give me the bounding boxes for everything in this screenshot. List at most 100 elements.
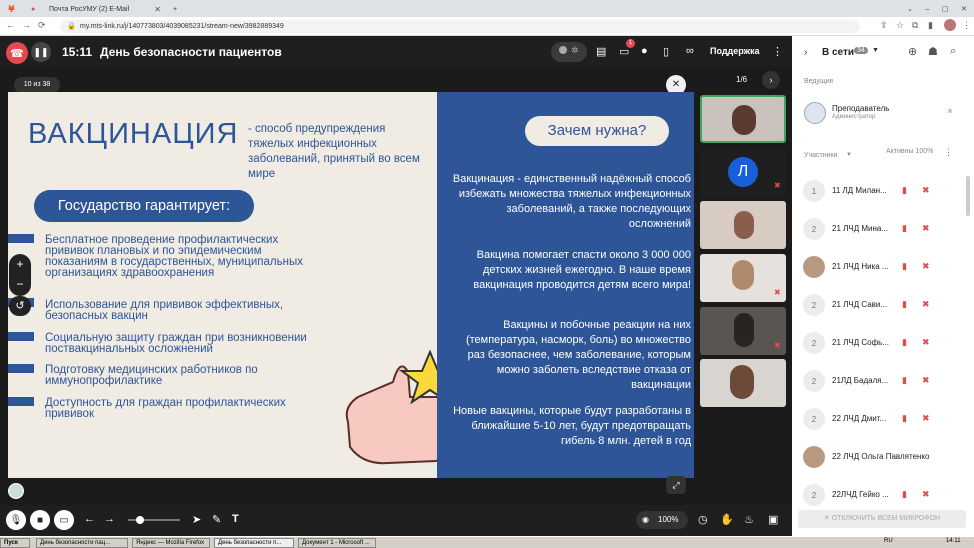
mic-off-icon: ✖ (922, 261, 930, 271)
mic-button[interactable]: 🎙 (6, 510, 26, 530)
guarantee-item: Доступность для граждан профилактических… (45, 397, 286, 420)
pause-icon: ❚❚ (33, 46, 49, 57)
tab-mail-label: Почта РосУМУ (2) E-Mail (49, 5, 130, 13)
support-link[interactable]: Поддержка (710, 46, 760, 56)
zoom-out-button[interactable]: − (9, 274, 31, 294)
reset-zoom-button[interactable]: ↺ (9, 296, 31, 316)
participants-label[interactable]: Участники (804, 152, 837, 159)
participant-avatar: 2 (803, 484, 825, 506)
close-icon[interactable]: ✕ (154, 5, 161, 14)
slider-knob[interactable] (136, 516, 144, 524)
participant-row[interactable]: 2 22 ЛЧД Дмит... ▮ ✖ (792, 400, 974, 438)
camera-off-icon: ▮ (902, 375, 907, 385)
participant-row[interactable]: 21 ЛЧД Ника ... ▮ ✖ (792, 248, 974, 286)
mute-all-button[interactable]: ✕ ОТКЛЮЧИТЬ ВСЕМ МИКРОФОН (798, 510, 966, 528)
participant-row[interactable]: 2 21 ЛЧД Сави... ▮ ✖ (792, 286, 974, 324)
participant-avatar: 2 (803, 294, 825, 316)
text-tool-icon[interactable]: T (232, 513, 239, 525)
reaction-icon[interactable]: ♨ (744, 513, 754, 526)
camera-button[interactable]: ■ (30, 510, 50, 530)
new-tab-button[interactable]: + (168, 1, 182, 17)
language-indicator[interactable]: RU (884, 538, 893, 544)
video-thumb[interactable]: Л ✖ (700, 149, 786, 197)
hangup-button[interactable]: ☎ (6, 42, 28, 64)
url-text: my.mts-link.ru/j/140773803/4039085231/st… (80, 23, 284, 30)
taskbar-item[interactable]: День безопасности пац... (36, 538, 128, 548)
maximize-icon[interactable]: ▢ (942, 5, 949, 13)
minimize-icon[interactable]: – (925, 6, 929, 13)
volume-slider[interactable] (128, 516, 180, 524)
guarantee-pill: Государство гарантирует: (34, 190, 254, 222)
share-icon[interactable]: ⇪ (880, 20, 888, 31)
forward-icon[interactable]: → (22, 20, 31, 30)
address-bar-row: ← → ⟳ 🔒 my.mts-link.ru/j/140773803/40390… (0, 17, 974, 36)
reload-icon[interactable]: ⟳ (38, 20, 46, 31)
participant-row[interactable]: 2 21ЛД Бадаля... ▮ ✖ (792, 362, 974, 400)
mic-off-icon: ✖ (922, 185, 930, 195)
pinned-tab-icon[interactable]: ● (26, 1, 42, 17)
start-button[interactable]: Пуск (0, 538, 30, 548)
chevron-down-icon[interactable]: ⌄ (907, 5, 913, 13)
video-thumb[interactable] (700, 201, 786, 249)
collapse-panel-icon[interactable]: › (804, 47, 807, 58)
more-icon[interactable]: ⋮ (772, 45, 783, 58)
taskbar-item[interactable]: Яндекс — Mozilla Firefox (132, 538, 210, 548)
timer-icon[interactable]: ◷ (698, 513, 708, 526)
participant-row[interactable]: 22 ЛЧД Ольга Павлятенко (792, 438, 974, 476)
bookmark-icon[interactable]: ☆ (896, 20, 904, 31)
participant-row[interactable]: 2 21 ЛЧД Мина... ▮ ✖ (792, 210, 974, 248)
prev-slide-icon[interactable]: ← (84, 513, 95, 525)
screen-share-button[interactable]: ▭ (54, 510, 74, 530)
online-count: 34 (854, 47, 868, 54)
hand-icon[interactable]: ✋ (720, 513, 734, 526)
participant-avatar: 1 (803, 180, 825, 202)
fullscreen-button[interactable]: ⤢ (666, 476, 686, 494)
chevron-down-icon[interactable]: ▼ (846, 152, 852, 158)
meeting-title: День безопасности пациентов (100, 45, 282, 59)
tab-mail[interactable]: Почта РосУМУ (2) E-Mail ✕ (44, 1, 166, 17)
pause-button[interactable]: ❚❚ (31, 42, 51, 62)
user-icon[interactable]: ● (641, 45, 648, 57)
next-page-button[interactable]: › (762, 71, 780, 89)
scrollbar[interactable] (966, 176, 970, 216)
extensions-icon[interactable]: ⧉ (912, 20, 918, 31)
kebab-menu-icon[interactable]: ⋮ (962, 20, 971, 31)
video-thumb[interactable]: ✖ (700, 307, 786, 355)
participant-row[interactable]: 2 22ЛЧД Гейко ... ▮ ✖ (792, 476, 974, 514)
video-thumb[interactable] (700, 95, 786, 143)
sidebar-icon[interactable]: ▮ (928, 20, 933, 31)
taskbar-item[interactable]: Документ 1 - Microsoft ... (298, 538, 376, 548)
participant-row[interactable]: 2 21 ЛЧД Софь... ▮ ✖ (792, 324, 974, 362)
back-icon[interactable]: ← (6, 20, 15, 30)
file-icon[interactable]: ▯ (663, 45, 669, 58)
video-thumb[interactable]: ✖ (700, 254, 786, 302)
taskbar-item-label: День безопасности п... (218, 540, 282, 546)
search-icon[interactable]: ⌕ (950, 45, 956, 58)
close-window-icon[interactable]: ✕ (961, 5, 967, 13)
taskbar-item[interactable]: День безопасности п... (214, 538, 294, 548)
add-participant-icon[interactable]: ⊕ (908, 45, 917, 58)
layout-icon[interactable]: ▣ (768, 513, 778, 526)
participant-name: 21 ЛЧД Софь... (832, 338, 889, 347)
next-slide-icon[interactable]: → (104, 513, 115, 525)
participant-row[interactable]: 1 11 ЛД Милан... ▮ ✖ (792, 172, 974, 210)
pen-icon[interactable]: ✎ (212, 513, 221, 526)
viewers-indicator[interactable]: ◉ 100% (636, 511, 688, 529)
eye-icon: ◉ (642, 515, 649, 524)
kebab-menu-icon[interactable]: ⋮ (944, 147, 953, 158)
profile-avatar[interactable] (944, 19, 956, 31)
chevron-down-icon[interactable]: ▼ (872, 47, 879, 54)
pointer-icon[interactable]: ➤ (192, 513, 201, 526)
zoom-in-button[interactable]: + (9, 254, 31, 274)
noise-toggle[interactable]: ✲ (551, 42, 587, 62)
mic-off-icon: ✖ (774, 288, 781, 297)
online-label: В сети (822, 47, 855, 58)
link-icon[interactable]: ∞ (686, 45, 694, 57)
group-icon[interactable]: ☗ (928, 45, 938, 58)
video-thumb[interactable] (700, 359, 786, 407)
browser-menu-icon[interactable]: 🦊 (2, 1, 26, 17)
participant-name: 11 ЛД Милан... (832, 186, 887, 195)
url-field[interactable]: 🔒 my.mts-link.ru/j/140773803/4039085231/… (60, 20, 860, 33)
notes-icon[interactable]: ▤ (596, 45, 606, 58)
participant-name: 21 ЛЧД Ника ... (832, 262, 889, 271)
